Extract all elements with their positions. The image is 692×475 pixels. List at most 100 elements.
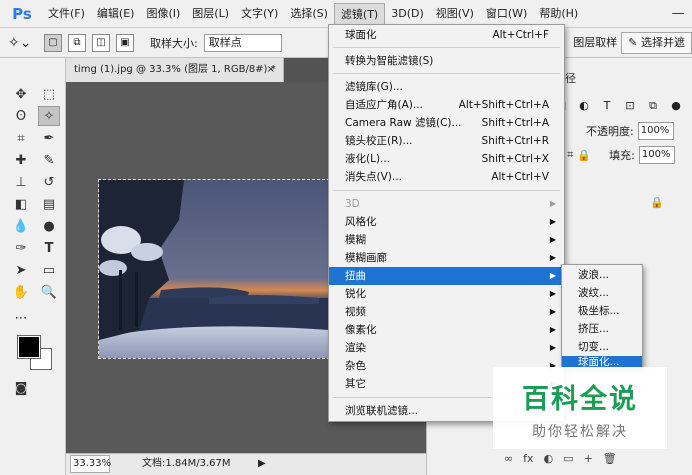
- clone-stamp-tool-icon[interactable]: ⊥: [10, 172, 32, 192]
- opacity-row: 不透明度: 100%: [554, 122, 674, 140]
- menu-item-label: 滤镜库(G)...: [345, 81, 403, 93]
- status-menu-arrow-icon[interactable]: ▶: [258, 454, 266, 474]
- pen-tool-icon[interactable]: ✑: [10, 238, 32, 258]
- menu-item-label: 转换为智能滤镜(S): [345, 55, 434, 67]
- menu-separator: [333, 47, 560, 48]
- zoom-level-field[interactable]: 33.33%: [70, 455, 111, 473]
- menu-help[interactable]: 帮助(H): [533, 3, 584, 25]
- magic-wand-tool-icon[interactable]: ✧: [38, 106, 60, 126]
- menu-layer[interactable]: 图层(L): [186, 3, 235, 25]
- submenu-item-pinch[interactable]: 挤压...: [562, 320, 642, 338]
- submenu-item-polar-coordinates[interactable]: 极坐标...: [562, 302, 642, 320]
- menu-item-last-filter[interactable]: 球面化 Alt+Ctrl+F: [329, 26, 564, 44]
- link-layers-icon[interactable]: ∞: [504, 452, 513, 470]
- delete-layer-icon[interactable]: 🗑: [603, 452, 617, 470]
- menu-window[interactable]: 窗口(W): [480, 3, 533, 25]
- rectangle-tool-icon[interactable]: ▭: [38, 260, 60, 280]
- menu-item-label: 模糊画廊: [345, 252, 387, 264]
- marquee-tool-icon[interactable]: ⬚: [38, 84, 60, 104]
- menu-item-lens-correction[interactable]: 镜头校正(R)... Shift+Ctrl+R: [329, 132, 564, 150]
- fill-label: 填充:: [609, 149, 635, 162]
- dodge-tool-icon[interactable]: ●: [38, 216, 60, 236]
- document-image[interactable]: [98, 179, 330, 359]
- hand-tool-icon[interactable]: ✋: [10, 282, 32, 302]
- menu-3d[interactable]: 3D(D): [385, 3, 430, 25]
- shape-filter-icon[interactable]: ⊡: [623, 99, 637, 113]
- menu-type[interactable]: 文字(Y): [235, 3, 284, 25]
- foreground-color-swatch[interactable]: [17, 335, 41, 359]
- menu-item-label: 模糊: [345, 234, 366, 246]
- more-tools-icon[interactable]: ⋯: [10, 308, 32, 328]
- menu-select[interactable]: 选择(S): [284, 3, 334, 25]
- history-brush-tool-icon[interactable]: ↺: [38, 172, 60, 192]
- intersect-selection-icon[interactable]: ▣: [116, 33, 134, 52]
- menu-item-render[interactable]: 渲染 ▶: [329, 339, 564, 357]
- submenu-item-shear[interactable]: 切变...: [562, 338, 642, 356]
- filter-toggle-icon[interactable]: ●: [669, 99, 683, 113]
- new-group-icon[interactable]: ▭: [563, 452, 573, 470]
- layer-filter-icons: ▣ ◐ T ⊡ ⧉ ●: [554, 99, 688, 113]
- subtract-selection-icon[interactable]: ◫: [92, 33, 110, 52]
- background-layer-row[interactable]: 🔒: [650, 196, 664, 209]
- quick-mask-icon[interactable]: ◙: [10, 378, 32, 398]
- smart-object-filter-icon[interactable]: ⧉: [646, 99, 660, 113]
- gradient-tool-icon[interactable]: ▤: [38, 194, 60, 214]
- document-tab[interactable]: timg (1).jpg @ 33.3% (图层 1, RGB/8#) * ×: [66, 58, 284, 82]
- layer-style-icon[interactable]: fx: [523, 452, 533, 470]
- sample-size-select[interactable]: 取样点: [203, 33, 282, 52]
- menu-item-shortcut: Shift+Ctrl+R: [481, 135, 549, 147]
- menu-item-3d: 3D ▶: [329, 195, 564, 213]
- menu-item-distort[interactable]: 扭曲 ▶: [329, 267, 564, 285]
- menu-item-adaptive-wide-angle[interactable]: 自适应广角(A)... Alt+Shift+Ctrl+A: [329, 96, 564, 114]
- add-mask-icon[interactable]: ◐: [544, 452, 554, 470]
- opacity-input[interactable]: 100%: [637, 122, 674, 140]
- menu-file[interactable]: 文件(F): [42, 3, 91, 25]
- type-filter-icon[interactable]: T: [600, 99, 614, 113]
- submenu-item-wave[interactable]: 波浪...: [562, 266, 642, 284]
- lock-all-icon[interactable]: 🔒: [577, 149, 591, 162]
- crop-tool-icon[interactable]: ⌗: [10, 128, 32, 148]
- menu-item-vanishing-point[interactable]: 消失点(V)... Alt+Ctrl+V: [329, 168, 564, 186]
- menu-image[interactable]: 图像(I): [140, 3, 186, 25]
- menu-edit[interactable]: 编辑(E): [91, 3, 141, 25]
- eraser-tool-icon[interactable]: ◧: [10, 194, 32, 214]
- menu-view[interactable]: 视图(V): [430, 3, 480, 25]
- menu-item-video[interactable]: 视频 ▶: [329, 303, 564, 321]
- path-selection-tool-icon[interactable]: ➤: [10, 260, 32, 280]
- submenu-item-ripple[interactable]: 波纹...: [562, 284, 642, 302]
- magic-wand-preset-icon[interactable]: ✧⌄: [8, 35, 38, 51]
- select-and-mask-button[interactable]: ✎ 选择并遮: [621, 32, 692, 54]
- menu-item-filter-gallery[interactable]: 滤镜库(G)...: [329, 78, 564, 96]
- adjustment-filter-icon[interactable]: ◐: [577, 99, 591, 113]
- lock-artboard-icon[interactable]: ⌗: [567, 148, 573, 162]
- eyedropper-tool-icon[interactable]: ✒: [38, 128, 60, 148]
- menu-item-convert-smart-filter[interactable]: 转换为智能滤镜(S): [329, 52, 564, 70]
- menu-item-stylize[interactable]: 风格化 ▶: [329, 213, 564, 231]
- menu-item-blur[interactable]: 模糊 ▶: [329, 231, 564, 249]
- menu-item-blur-gallery[interactable]: 模糊画廊 ▶: [329, 249, 564, 267]
- move-tool-icon[interactable]: ✥: [10, 84, 32, 104]
- close-tab-icon[interactable]: ×: [267, 58, 275, 82]
- submenu-arrow-icon: ▶: [549, 307, 556, 316]
- menu-item-liquify[interactable]: 液化(L)... Shift+Ctrl+X: [329, 150, 564, 168]
- minimize-button[interactable]: —: [664, 6, 692, 21]
- type-tool-icon[interactable]: T: [38, 238, 60, 258]
- document-size-info: 文档:1.84M/3.67M: [142, 458, 231, 469]
- healing-brush-tool-icon[interactable]: ✚: [10, 150, 32, 170]
- menu-filter[interactable]: 滤镜(T): [333, 2, 386, 25]
- menu-item-pixelate[interactable]: 像素化 ▶: [329, 321, 564, 339]
- fill-input[interactable]: 100%: [638, 146, 675, 164]
- zoom-tool-icon[interactable]: 🔍: [38, 282, 60, 302]
- menu-item-label: Camera Raw 滤镜(C)...: [345, 117, 462, 129]
- menu-item-sharpen[interactable]: 锐化 ▶: [329, 285, 564, 303]
- menu-item-camera-raw[interactable]: Camera Raw 滤镜(C)... Shift+Ctrl+A: [329, 114, 564, 132]
- submenu-arrow-icon: ▶: [549, 235, 556, 244]
- new-layer-icon[interactable]: +: [584, 452, 593, 470]
- new-selection-icon[interactable]: ▢: [44, 33, 62, 52]
- add-selection-icon[interactable]: ⧉: [68, 33, 86, 52]
- blur-tool-icon[interactable]: 💧: [10, 216, 32, 236]
- menu-item-label: 扭曲: [345, 270, 366, 282]
- lasso-tool-icon[interactable]: ʘ: [10, 106, 32, 126]
- sample-all-layers-checkbox[interactable]: 图层取样: [573, 32, 617, 54]
- brush-tool-icon[interactable]: ✎: [38, 150, 60, 170]
